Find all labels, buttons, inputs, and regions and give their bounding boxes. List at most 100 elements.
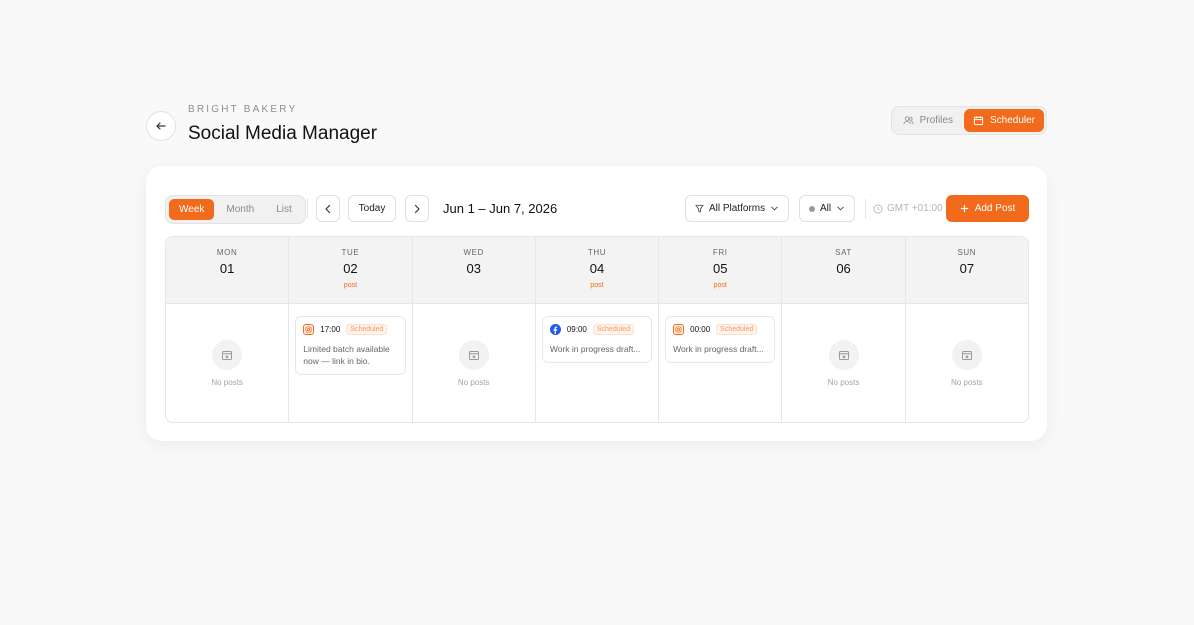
plus-icon (960, 204, 968, 213)
toolbar: Week Month List Today Jun 1 – Jun 7, 202… (165, 195, 1029, 224)
facebook-icon (549, 324, 561, 335)
mode-month[interactable]: Month (216, 199, 264, 220)
post-text: Work in progress draft... (549, 344, 641, 354)
users-icon (903, 116, 914, 125)
post-card[interactable]: 09:00 Scheduled Work in progress draft..… (541, 316, 653, 363)
arrow-left-icon (156, 122, 166, 130)
calendar-x-icon (828, 340, 859, 370)
status-badge: Scheduled (346, 324, 388, 335)
day-cell[interactable]: 09:00 Scheduled Work in progress draft..… (536, 304, 658, 422)
date-range: Jun 1 – Jun 7, 2026 (443, 201, 558, 216)
week-grid: MON 01 No posts TUE 02 post 17:00 Schedu… (165, 236, 1029, 423)
day-of-week: MON (216, 248, 238, 257)
day-header: FRI 05 post (659, 237, 782, 304)
day-column-tue: TUE 02 post 17:00 Scheduled Limited batc… (289, 237, 413, 422)
day-header: THU 04 post (535, 237, 659, 304)
profiles-tab[interactable]: Profiles (894, 109, 962, 132)
status-badge: Scheduled (716, 324, 758, 335)
divider (307, 199, 308, 219)
day-column-fri: FRI 05 post 00:00 Scheduled Work in prog… (659, 237, 783, 422)
post-indicator: post (713, 282, 727, 289)
day-cell[interactable]: No posts (906, 304, 1028, 422)
view-switch: Profiles Scheduler (890, 106, 1047, 135)
day-number: 04 (589, 261, 605, 276)
day-cell[interactable]: No posts (413, 304, 535, 422)
post-time: 09:00 (566, 325, 587, 334)
clock-icon (873, 204, 883, 213)
post-time: 17:00 (320, 325, 341, 334)
instagram-icon (673, 324, 685, 335)
back-button[interactable] (146, 111, 176, 141)
post-text: Work in progress draft... (673, 344, 764, 354)
day-of-week: FRI (712, 248, 728, 257)
chevron-down-icon (771, 206, 778, 211)
day-cell[interactable]: No posts (166, 304, 288, 422)
timezone-text: GMT +01:00 (887, 203, 943, 214)
day-header: SAT 06 (782, 237, 905, 304)
platform-filter[interactable]: All Platforms (685, 195, 790, 222)
day-column-sun: SUN 07 No posts (905, 237, 1028, 422)
page-header: BRIGHT BAKERY Social Media Manager Profi… (146, 104, 1047, 148)
mode-switch: Week Month List (165, 195, 306, 224)
scheduler-card: Week Month List Today Jun 1 – Jun 7, 202… (146, 166, 1047, 441)
add-post-button[interactable]: Add Post (946, 195, 1029, 222)
day-number: 05 (713, 261, 728, 276)
post-text: Limited batch available now — link in bi… (303, 344, 390, 366)
day-of-week: TUE (341, 248, 360, 257)
day-header: SUN 07 (905, 237, 1028, 304)
page-title: Social Media Manager (188, 123, 378, 144)
day-cell[interactable]: No posts (782, 304, 904, 422)
day-number: 02 (343, 261, 358, 276)
platform-filter-label: All Platforms (709, 203, 766, 214)
day-of-week: WED (463, 248, 484, 257)
empty-state: No posts (906, 340, 1028, 387)
post-card[interactable]: 17:00 Scheduled Limited batch available … (295, 316, 406, 375)
empty-label: No posts (211, 378, 243, 387)
chevron-down-icon (837, 206, 844, 211)
day-of-week: THU (587, 248, 607, 257)
day-column-thu: THU 04 post 09:00 Scheduled Work in prog… (535, 237, 660, 422)
scheduler-tab[interactable]: Scheduler (963, 109, 1044, 132)
brand-name: BRIGHT BAKERY (188, 104, 298, 115)
empty-label: No posts (951, 378, 983, 387)
day-cell[interactable]: 17:00 Scheduled Limited batch available … (289, 304, 411, 422)
day-column-mon: MON 01 No posts (166, 237, 290, 422)
timezone-label: GMT +01:00 (873, 203, 943, 214)
day-header: TUE 02 post (289, 237, 412, 304)
post-indicator: post (343, 282, 358, 289)
day-number: 03 (466, 261, 481, 276)
empty-state: No posts (166, 340, 288, 387)
status-badge: Scheduled (592, 324, 634, 335)
add-post-label: Add Post (974, 203, 1016, 214)
day-column-wed: WED 03 No posts (412, 237, 536, 422)
calendar-x-icon (458, 340, 489, 370)
post-card[interactable]: 00:00 Scheduled Work in progress draft..… (665, 316, 776, 363)
day-header: WED 03 (412, 237, 535, 304)
today-button[interactable]: Today (348, 195, 396, 222)
next-week-button[interactable] (405, 195, 429, 222)
day-cell[interactable]: 00:00 Scheduled Work in progress draft..… (659, 304, 781, 422)
calendar-x-icon (951, 340, 982, 370)
divider (865, 199, 866, 219)
day-number: 01 (219, 261, 235, 276)
empty-label: No posts (827, 378, 860, 387)
day-of-week: SAT (835, 248, 852, 257)
empty-state: No posts (782, 340, 904, 387)
day-of-week: SUN (957, 248, 977, 257)
post-indicator: post (590, 282, 604, 289)
scheduler-tab-label: Scheduler (989, 115, 1035, 126)
mode-week[interactable]: Week (169, 199, 215, 220)
filter-icon (695, 204, 704, 213)
status-filter-label: All (820, 203, 832, 214)
status-dot (809, 205, 815, 212)
post-time: 00:00 (690, 325, 711, 334)
chevron-right-icon (414, 204, 420, 213)
profiles-tab-label: Profiles (919, 115, 953, 126)
day-number: 07 (959, 261, 975, 276)
day-column-sat: SAT 06 No posts (782, 237, 906, 422)
mode-list[interactable]: List (266, 199, 302, 220)
prev-week-button[interactable] (316, 195, 340, 222)
empty-state: No posts (413, 340, 535, 387)
instagram-icon (303, 324, 315, 335)
status-filter[interactable]: All (799, 195, 856, 222)
